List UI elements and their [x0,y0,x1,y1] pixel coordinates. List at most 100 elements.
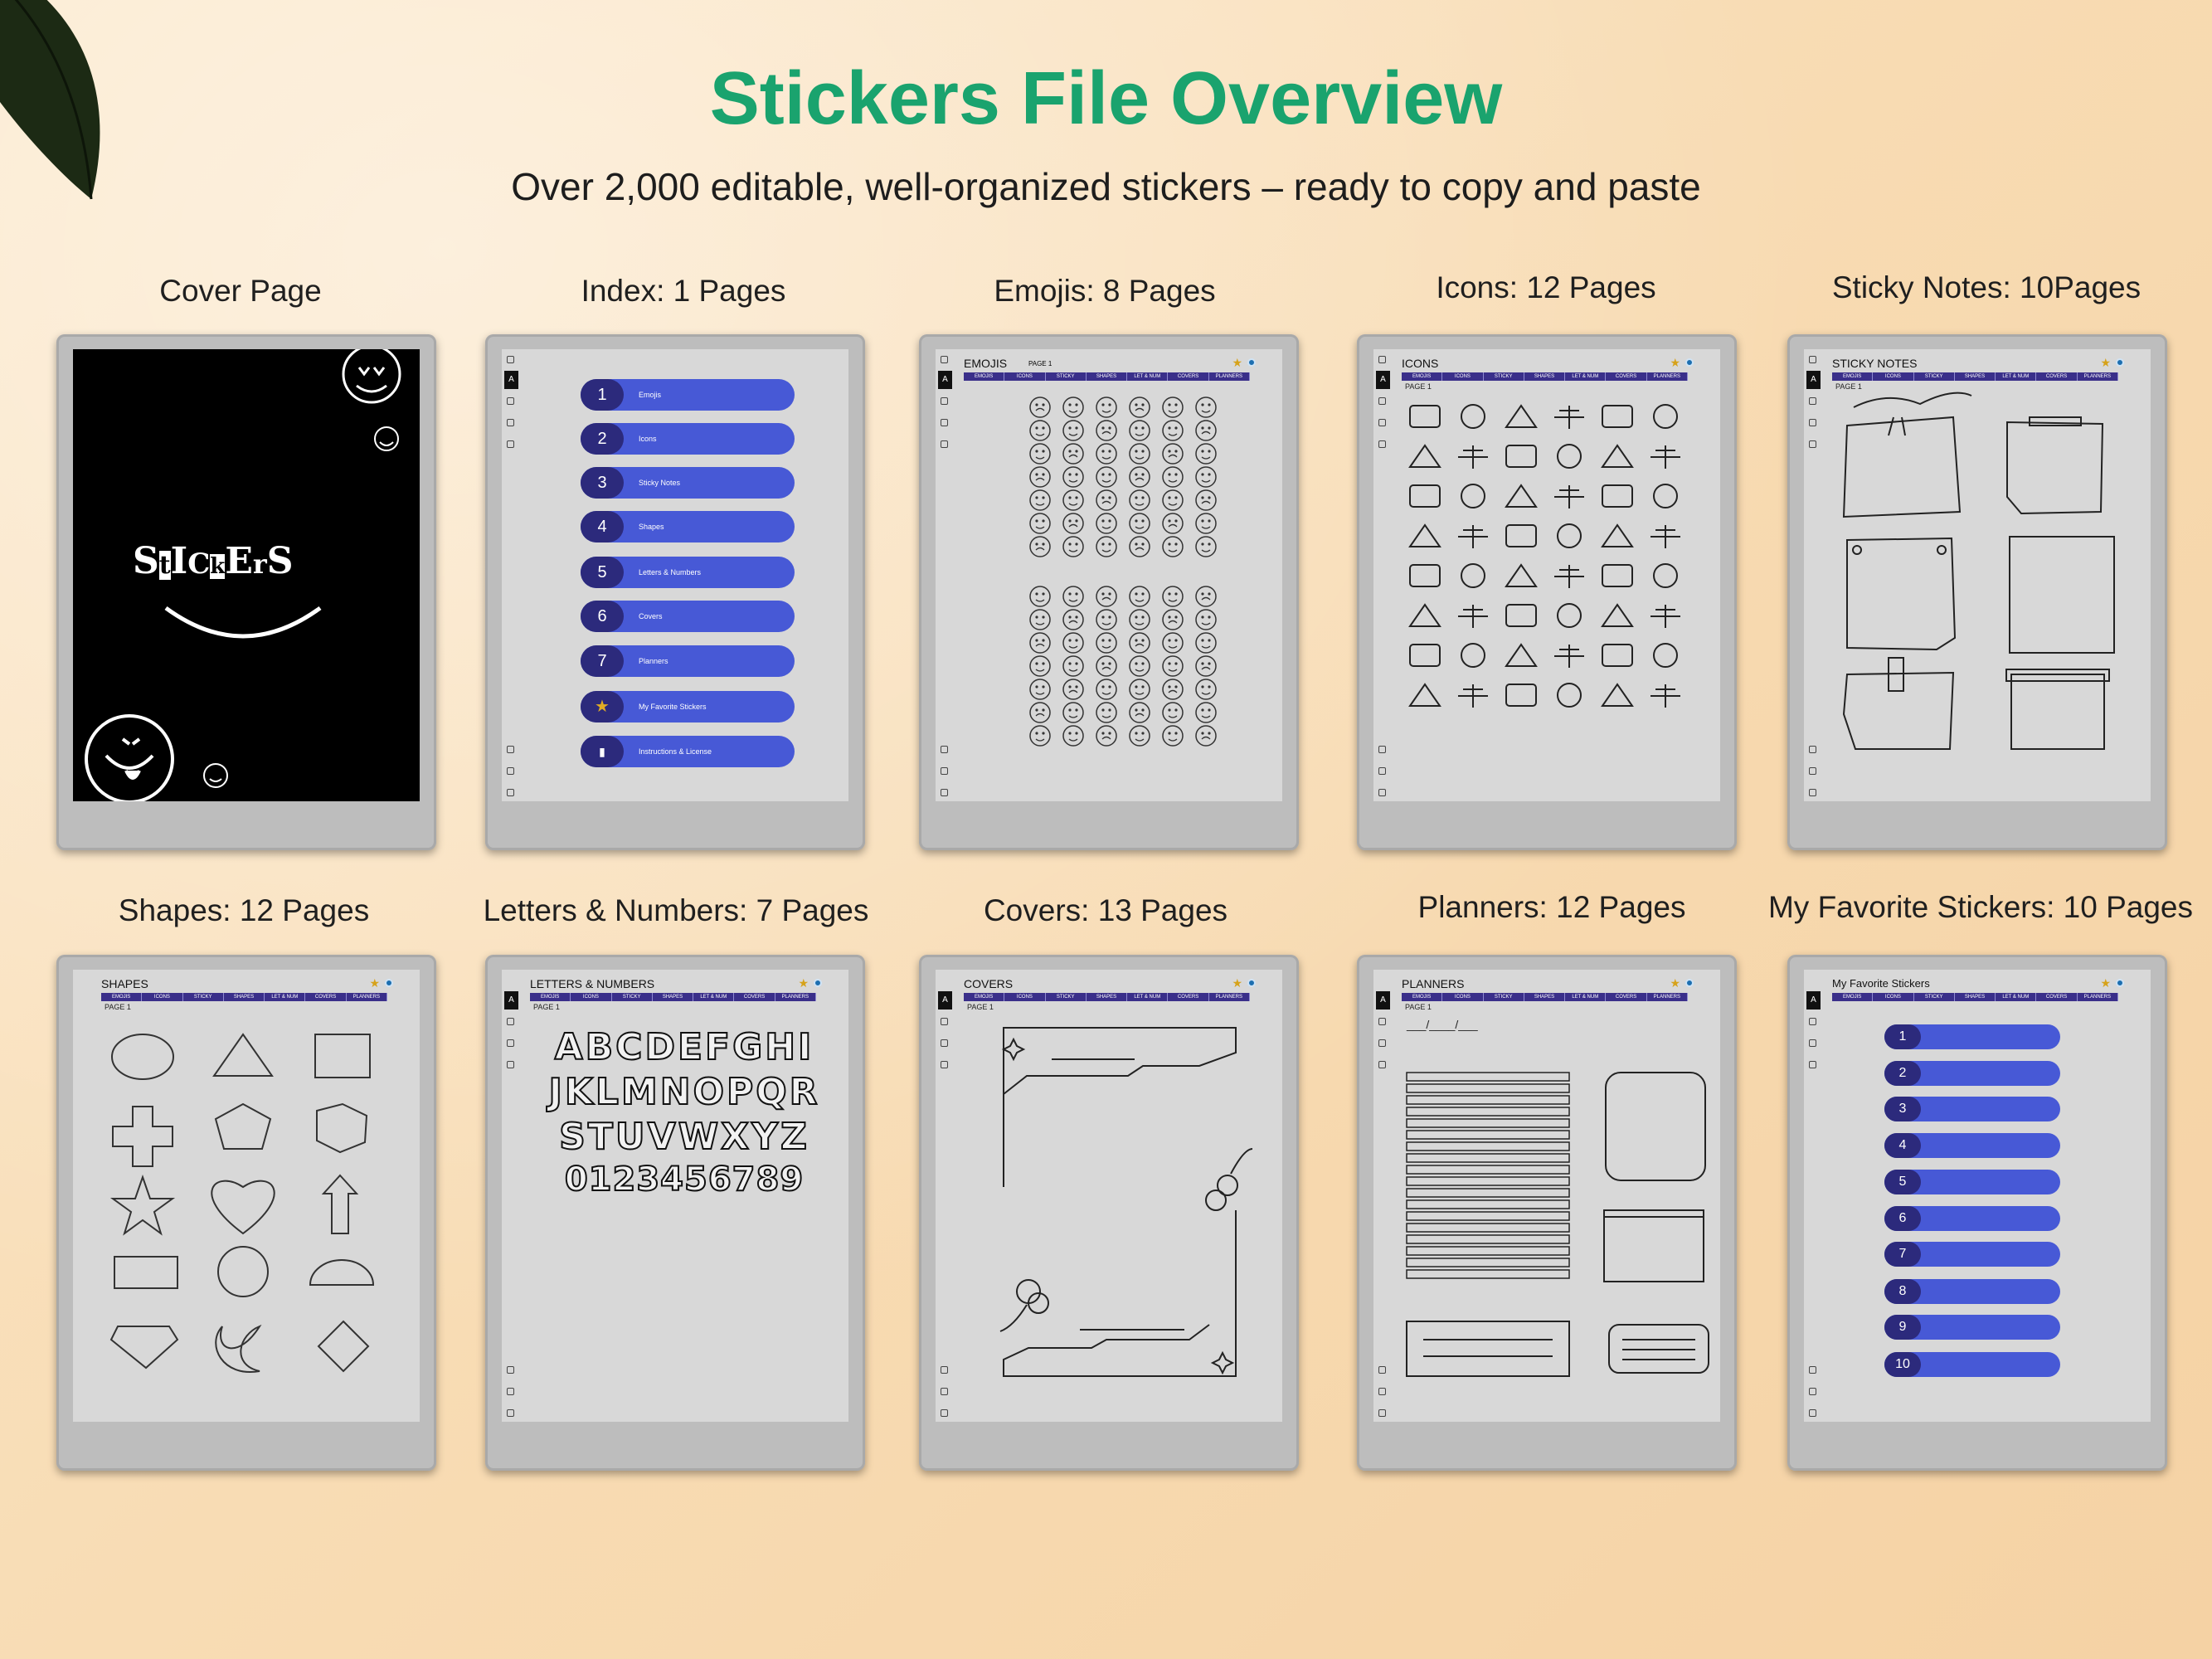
tab-emojis[interactable]: EMOJIS [530,993,571,1001]
document-icon[interactable] [507,1409,514,1417]
emoji-sticker-grid [1029,397,1217,747]
tab-let-num[interactable]: LET & NUM [1996,993,2037,1001]
favorites-page-thumbnail[interactable]: A My Favorite Stickers ★ EMOJIS ICONS STIC… [1787,955,2167,1471]
emoji-sticker [1195,513,1217,534]
emoji-sticker [1029,679,1051,700]
toolbar: A [1804,970,1822,1422]
letters-numbers-page-thumbnail[interactable]: A LETTERS & NUMBERS ★ EMOJIS ICONS STICKY S… [485,955,865,1471]
favorite-page-button[interactable]: 6 [1884,1206,2060,1231]
emoji-sticker [1162,702,1184,723]
travel-icon-sticker [1505,524,1537,547]
tab-sticky[interactable]: STICKY [1914,993,1955,1001]
emoji-sticker [1195,466,1217,488]
menu-icon[interactable]: A [1806,991,1821,1010]
search-icon[interactable] [1809,1061,1816,1068]
menu-icon[interactable]: A [504,991,518,1010]
move-icon[interactable] [1809,1039,1816,1047]
index-item-instructions[interactable]: ▮ Instructions & License [581,736,795,767]
emoji-sticker [1129,489,1150,511]
tab-planners[interactable]: PLANNERS [2078,993,2118,1001]
star-icon[interactable]: ★ [2100,976,2111,990]
planners-page-thumbnail[interactable]: A PLANNERS ★ EMOJIS ICONS STICKY SHAPES LET … [1357,955,1737,1471]
index-item-favorites[interactable]: ★ My Favorite Stickers [581,691,795,722]
favorite-page-button[interactable]: 8 [1884,1279,2060,1304]
index-item[interactable]: 7 Planners [581,645,795,677]
index-page-thumbnail[interactable]: A 1 Emojis 2 Icons 3 Sticky Notes 4 Shapes 5… [485,334,865,850]
index-item[interactable]: 4 Shapes [581,511,795,542]
tab-planners[interactable]: PLANNERS [775,993,816,1001]
travel-icon-sticker [1505,484,1538,508]
emoji-sticker [1062,536,1084,557]
tab-emojis[interactable]: EMOJIS [1832,993,1874,1001]
planner-line [1406,1165,1570,1175]
emojis-page-thumbnail[interactable]: A EMOJIS PAGE 1 ★ EMOJIS ICONS STICKY SHAPE… [919,334,1299,850]
tab-shapes[interactable]: SHAPES [653,993,694,1001]
settings-icon[interactable] [507,767,514,775]
index-item[interactable]: 3 Sticky Notes [581,467,795,499]
travel-icon-sticker [1505,563,1538,587]
settings-icon[interactable] [1809,1388,1816,1395]
planner-line [1406,1118,1570,1128]
tab-icons[interactable]: ICONS [571,993,612,1001]
tab-covers[interactable]: COVERS [2036,993,2078,1001]
index-screen: A 1 Emojis 2 Icons 3 Sticky Notes 4 Shapes 5… [502,349,848,801]
document-icon[interactable] [1809,1409,1816,1417]
shapes-page-thumbnail[interactable]: SHAPES ★ EMOJIS ICONS STICKY SHAPES LET & NU… [56,955,436,1471]
cover-page-thumbnail[interactable]: StICkErS [56,334,436,850]
pen-icon[interactable] [507,1018,514,1025]
favorite-page-button[interactable]: 4 [1884,1133,2060,1158]
index-item[interactable]: 2 Icons [581,423,795,455]
sticky-notes-page-thumbnail[interactable]: A STICKY NOTES ★ EMOJIS ICONS STICKY SHAPES… [1787,334,2167,850]
star-icon[interactable]: ★ [798,976,809,990]
tab-bar: EMOJIS ICONS STICKY SHAPES LET & NUM COVERS PL… [1832,993,2118,1001]
export-icon[interactable] [507,746,514,753]
travel-icon-sticker [1409,484,1441,508]
travel-icon-sticker [1554,406,1584,429]
info-dot-icon[interactable] [814,979,822,987]
menu-icon[interactable]: A [504,371,518,389]
travel-icon-sticker [1505,404,1538,428]
emojis-screen: A EMOJIS PAGE 1 ★ EMOJIS ICONS STICKY SHAPE… [936,349,1282,801]
emoji-sticker [1029,536,1051,557]
favorite-page-button[interactable]: 1 [1884,1024,2060,1049]
favorite-page-button[interactable]: 9 [1884,1315,2060,1340]
emoji-sticker [1162,513,1184,534]
favorite-page-button[interactable]: 7 [1884,1242,2060,1267]
favorite-page-button[interactable]: 2 [1884,1061,2060,1086]
tab-shapes[interactable]: SHAPES [1955,993,1996,1001]
emoji-sticker [1062,466,1084,488]
move-icon[interactable] [507,419,514,426]
favorite-page-button[interactable]: 5 [1884,1170,2060,1194]
search-icon[interactable] [507,440,514,448]
emoji-sticker [1062,609,1084,630]
settings-icon[interactable] [507,1388,514,1395]
index-item[interactable]: 1 Emojis [581,379,795,411]
index-item[interactable]: 6 Covers [581,601,795,632]
label-letters: Letters & Numbers: 7 Pages [483,893,869,927]
home-icon[interactable] [507,356,514,363]
emoji-sticker [1129,679,1150,700]
tab-sticky[interactable]: STICKY [612,993,653,1001]
search-icon[interactable] [507,1061,514,1068]
pen-icon[interactable] [1809,1018,1816,1025]
index-item[interactable]: 5 Letters & Numbers [581,557,795,588]
emoji-sticker [1029,655,1051,677]
emoji-sticker [1195,586,1217,607]
emoji-sticker [1129,536,1150,557]
export-icon[interactable] [1809,1366,1816,1374]
move-icon[interactable] [507,1039,514,1047]
document-icon[interactable] [507,789,514,796]
covers-page-thumbnail[interactable]: A COVERS ★ EMOJIS ICONS STICKY SHAPES LET & … [919,955,1299,1471]
emoji-sticker [1029,420,1051,441]
tab-covers[interactable]: COVERS [734,993,775,1001]
info-dot-icon[interactable] [2116,979,2124,987]
planner-stickers [1406,1072,1709,1377]
tab-icons[interactable]: ICONS [1873,993,1914,1001]
favorite-page-button[interactable]: 3 [1884,1097,2060,1121]
icons-page-thumbnail[interactable]: A ICONS ★ EMOJIS ICONS STICKY SHAPES LET & N… [1357,334,1737,850]
tab-let-num[interactable]: LET & NUM [693,993,735,1001]
favorite-page-button[interactable]: 10 [1884,1352,2060,1377]
page-subtitle: Over 2,000 editable, well-organized stic… [511,165,1701,208]
export-icon[interactable] [507,1366,514,1374]
pen-icon[interactable] [507,397,514,405]
